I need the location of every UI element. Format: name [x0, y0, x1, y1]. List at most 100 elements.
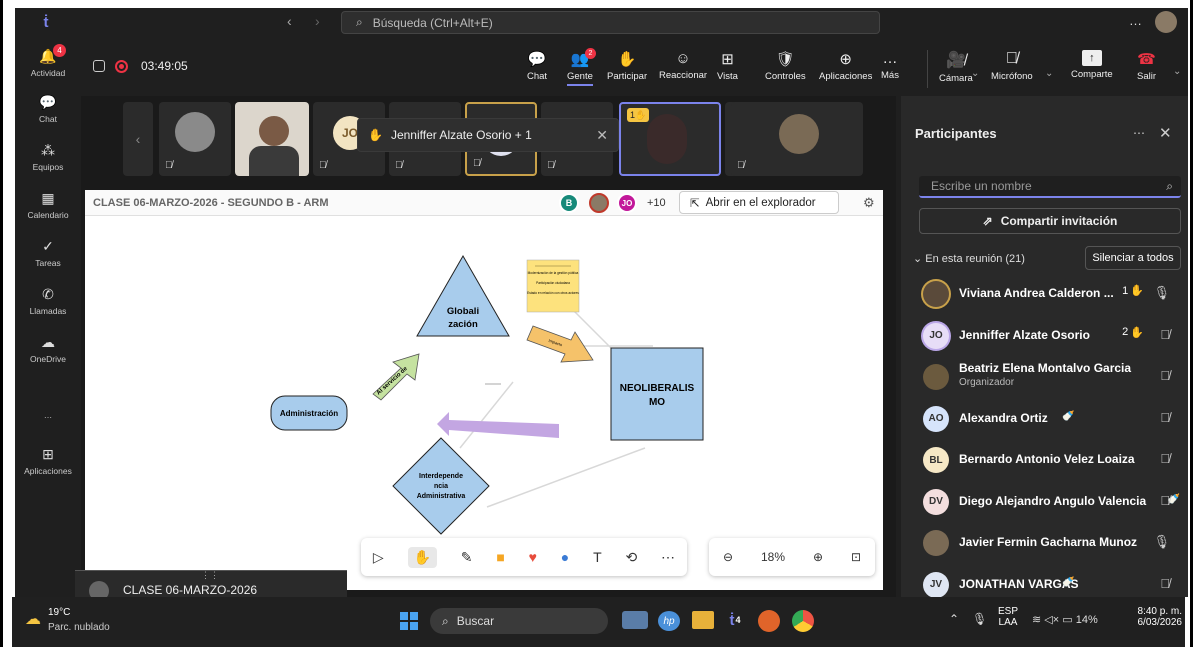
green-arrow-label: Al servicio de: [376, 366, 410, 397]
text-tool-icon[interactable]: T: [593, 549, 602, 565]
mini-meeting-window[interactable]: ⋮⋮ CLASE 06-MARZO-2026: [75, 570, 347, 597]
search-input[interactable]: ⌕ Búsqueda (Ctrl+Alt+E): [341, 11, 880, 34]
prev-tiles-button[interactable]: ‹: [123, 102, 153, 176]
chrome-icon[interactable]: [792, 610, 814, 632]
taskbar-search[interactable]: ⌕ Buscar: [430, 608, 608, 634]
mic-chevron-icon[interactable]: ⌄: [1045, 68, 1053, 79]
video-tile-active[interactable]: 1 ✋: [619, 102, 721, 176]
zoom-level: 18%: [760, 550, 785, 564]
toolbar-label: Participar: [607, 71, 648, 82]
participant-row[interactable]: Viviana Andrea Calderon ... 1 ✋ 🎙: [901, 274, 1188, 314]
more-tools-icon[interactable]: ⋯: [661, 549, 675, 566]
mic-on-icon[interactable]: 🎙: [1153, 285, 1170, 301]
weather-icon[interactable]: ☁: [22, 609, 44, 629]
whiteboard-canvas[interactable]: Globali zación Modernización de la gesti…: [85, 216, 883, 590]
mic-off-icon[interactable]: 🎙̸: [1160, 410, 1170, 425]
more-options-icon[interactable]: ⋯: [1133, 126, 1145, 140]
windows-taskbar: ☁ 19°C Parc. nublado ⌕ Buscar hp ṫ4 ⌃ 🎙 E…: [12, 597, 1185, 647]
profile-avatar[interactable]: [1155, 11, 1177, 33]
share-invite-button[interactable]: ⇗ Compartir invitación: [919, 208, 1181, 234]
mic-off-icon[interactable]: 🎙̸: [1160, 327, 1170, 342]
system-tray[interactable]: ≋ ◁× ▭ 14%: [1032, 613, 1098, 626]
settings-icon[interactable]: ⚙: [863, 195, 875, 211]
hand-tool-icon[interactable]: ✋: [407, 546, 437, 568]
sticky-line-2: Participación ciudadana: [536, 281, 570, 285]
rail-item-chat[interactable]: 💬 Chat: [15, 86, 81, 132]
participant-photo: [647, 114, 687, 164]
search-icon: ⌕: [1166, 178, 1173, 193]
participant-row[interactable]: Javier Fermin Gacharna Munoz 🎙: [901, 523, 1188, 563]
mic-button[interactable]: 🎙̸ Micrófono: [991, 50, 1033, 82]
video-tile[interactable]: 🎙̸: [159, 102, 231, 176]
chat-button[interactable]: 💬 Chat: [527, 50, 547, 82]
share-button[interactable]: ↑ Comparte: [1071, 50, 1113, 80]
forward-icon[interactable]: ›: [315, 13, 320, 29]
language-indicator[interactable]: ESP LAA: [998, 606, 1018, 628]
left-rail: 🔔 4 Actividad 💬 Chat ⁂ Equipos ▦ Calendario ✓ Tare…: [15, 36, 81, 597]
in-meeting-header[interactable]: ⌄ En esta reunión (21): [913, 252, 1025, 265]
teams-taskbar-icon[interactable]: ṫ4: [724, 609, 746, 631]
pen-icon[interactable]: ✎: [461, 549, 473, 566]
participant-search-input[interactable]: Escribe un nombre ⌕: [919, 176, 1181, 198]
participant-row[interactable]: JV JONATHAN VARGAS 🍼 🎙̸: [901, 565, 1188, 597]
video-tile[interactable]: 🎙̸: [731, 102, 863, 176]
hp-icon[interactable]: hp: [658, 611, 680, 631]
select-pointer-icon[interactable]: ▷: [373, 549, 384, 566]
show-hidden-icons[interactable]: ⌃: [949, 612, 959, 626]
more-options-icon[interactable]: …: [1129, 13, 1142, 28]
mic-off-icon[interactable]: 🎙̸: [1160, 451, 1170, 466]
drag-handle-icon[interactable]: ⋮⋮: [201, 570, 219, 581]
zoom-in-icon[interactable]: ⊕: [813, 550, 823, 564]
rail-item-more[interactable]: …: [15, 390, 81, 436]
more-button[interactable]: … Más: [881, 50, 899, 81]
mic-tray-icon[interactable]: 🎙: [972, 612, 987, 626]
rail-item-apps[interactable]: ⊞ Aplicaciones: [15, 438, 81, 484]
mic-off-icon[interactable]: 🎙̸: [1160, 576, 1170, 591]
mute-all-button[interactable]: Silenciar a todos: [1085, 246, 1181, 270]
participant-row[interactable]: DV Diego Alejandro Angulo Valencia 🍼 🎙̸: [901, 482, 1188, 522]
search-placeholder: Búsqueda (Ctrl+Alt+E): [372, 15, 493, 30]
participant-name: Javier Fermin Gacharna Munoz: [959, 535, 1138, 549]
participant-row[interactable]: BL Bernardo Antonio Velez Loaiza 🎙̸: [901, 440, 1188, 480]
video-tile-live[interactable]: [235, 102, 309, 176]
firefox-icon[interactable]: [758, 610, 780, 632]
chevron-left-icon: ‹: [135, 131, 141, 147]
clock[interactable]: 8:40 p. m. 6/03/2026: [1132, 606, 1183, 628]
camera-button[interactable]: 🎥̸ Cámara: [939, 50, 973, 84]
reactions-heart-icon[interactable]: ♥: [529, 549, 537, 565]
file-explorer-icon[interactable]: [692, 611, 714, 629]
shapes-icon[interactable]: ●: [561, 549, 569, 565]
windows-start-icon[interactable]: [400, 612, 418, 630]
rail-item-cloud[interactable]: ☁ OneDrive: [15, 326, 81, 372]
mic-off-icon[interactable]: 🎙̸: [1160, 493, 1170, 508]
task-view-icon[interactable]: [622, 611, 648, 629]
open-in-browser-button[interactable]: ⇱ Abrir en el explorador: [679, 191, 839, 214]
camera-chevron-icon[interactable]: ⌄: [971, 68, 979, 79]
participant-row[interactable]: AO Alexandra Ortiz 🍼 🎙̸: [901, 399, 1188, 439]
rail-item-calendar[interactable]: ▦ Calendario: [15, 182, 81, 228]
view-button[interactable]: ⊞ Vista: [717, 50, 738, 82]
leave-button[interactable]: ☎ Salir: [1137, 50, 1156, 82]
rail-item-bell[interactable]: 🔔 4 Actividad: [15, 40, 81, 86]
templates-icon[interactable]: ⟲: [625, 549, 637, 566]
sticky-note-icon[interactable]: ■: [496, 549, 504, 565]
rail-item-tasks[interactable]: ✓ Tareas: [15, 230, 81, 276]
back-icon[interactable]: ‹: [287, 13, 292, 29]
leave-chevron-icon[interactable]: ⌄: [1173, 66, 1181, 77]
raise-hand-button[interactable]: ✋ Participar: [607, 50, 647, 82]
react-button[interactable]: ☺ Reaccionar: [659, 50, 707, 81]
apps-button[interactable]: ⊕ Aplicaciones: [819, 50, 872, 82]
participant-avatar: JO: [923, 322, 949, 349]
rail-item-phone[interactable]: ✆ Llamadas: [15, 278, 81, 324]
people-button[interactable]: 👥 2 Gente: [567, 48, 596, 86]
close-panel-icon[interactable]: ✕: [1159, 124, 1172, 142]
participant-row[interactable]: JO Jenniffer Alzate Osorio 2 ✋ 🎙̸: [901, 316, 1188, 356]
rail-item-teams[interactable]: ⁂ Equipos: [15, 134, 81, 180]
controls-button[interactable]: 🛡 Controles: [765, 50, 806, 82]
fit-screen-icon[interactable]: ⊡: [851, 550, 861, 564]
participant-row[interactable]: Beatriz Elena Montalvo Garcia Organizador…: [901, 357, 1188, 397]
zoom-out-icon[interactable]: ⊖: [723, 550, 733, 564]
mic-off-icon[interactable]: 🎙̸: [1160, 368, 1170, 383]
close-icon[interactable]: ✕: [596, 127, 608, 144]
mic-on-icon[interactable]: 🎙: [1153, 534, 1170, 550]
